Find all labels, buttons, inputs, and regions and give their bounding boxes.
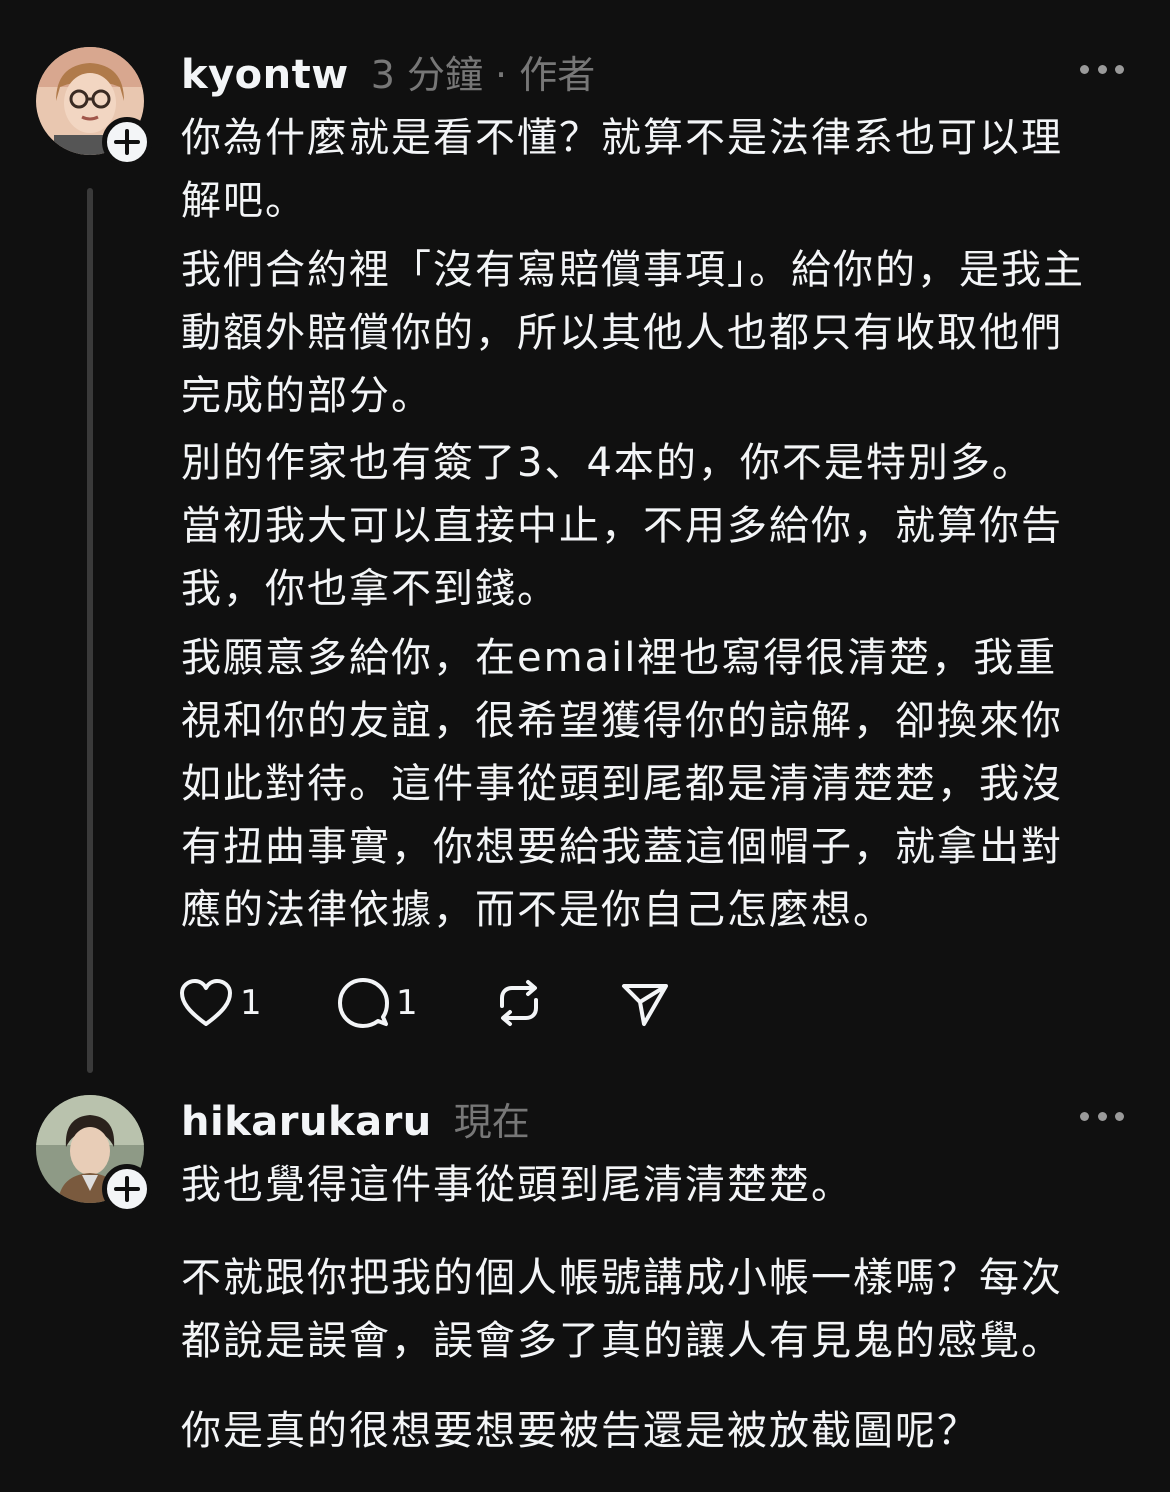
- more-options-icon[interactable]: [1080, 1110, 1124, 1122]
- heart-icon: [180, 979, 232, 1026]
- thread-line: [87, 188, 93, 1073]
- post-paragraph: 不就跟你把我的個人帳號講成小帳一樣嗎？每次 都說是誤會，誤會多了真的讓人有見鬼的…: [181, 1255, 1063, 1364]
- comment-icon: [338, 978, 389, 1028]
- post-paragraph: 我們合約裡「沒有寫賠償事項」。給你的，是我主 動額外賠償你的，所以其他人也都只有…: [181, 247, 1085, 419]
- post-paragraph: 你為什麼就是看不懂？就算不是法律系也可以理 解吧。: [181, 115, 1063, 224]
- like-button[interactable]: 1: [178, 973, 262, 1033]
- post-meta: 3 分鐘 · 作者: [370, 53, 596, 97]
- follow-plus-icon[interactable]: [102, 117, 152, 167]
- post-header: hikarukaru 現在: [181, 1091, 530, 1146]
- share-button[interactable]: [618, 973, 672, 1033]
- username[interactable]: kyontw: [181, 52, 349, 98]
- post-actions: 1 1: [178, 973, 698, 1033]
- post-meta: 現在: [453, 1100, 530, 1144]
- send-icon: [622, 984, 668, 1026]
- reply-count: 1: [396, 983, 418, 1023]
- post-header: kyontw 3 分鐘 · 作者: [181, 44, 595, 99]
- username[interactable]: hikarukaru: [181, 1099, 432, 1145]
- post-paragraph: 別的作家也有簽了3、4本的，你不是特別多。 當初我大可以直接中止，不用多給你，就…: [181, 440, 1063, 612]
- more-options-icon[interactable]: [1080, 63, 1124, 75]
- like-count: 1: [240, 983, 262, 1023]
- post-paragraph: 我願意多給你，在email裡也寫得很清楚，我重 視和你的友誼，很希望獲得你的諒解…: [181, 635, 1063, 933]
- reply-button[interactable]: 1: [336, 973, 418, 1033]
- repost-button[interactable]: [492, 973, 546, 1033]
- follow-plus-icon[interactable]: [102, 1164, 152, 1214]
- repost-icon: [500, 980, 538, 1026]
- post-paragraph: 我也覺得這件事從頭到尾清清楚楚。: [181, 1162, 853, 1208]
- post-paragraph: 你是真的很想要想要被告還是被放截圖呢？: [181, 1408, 979, 1454]
